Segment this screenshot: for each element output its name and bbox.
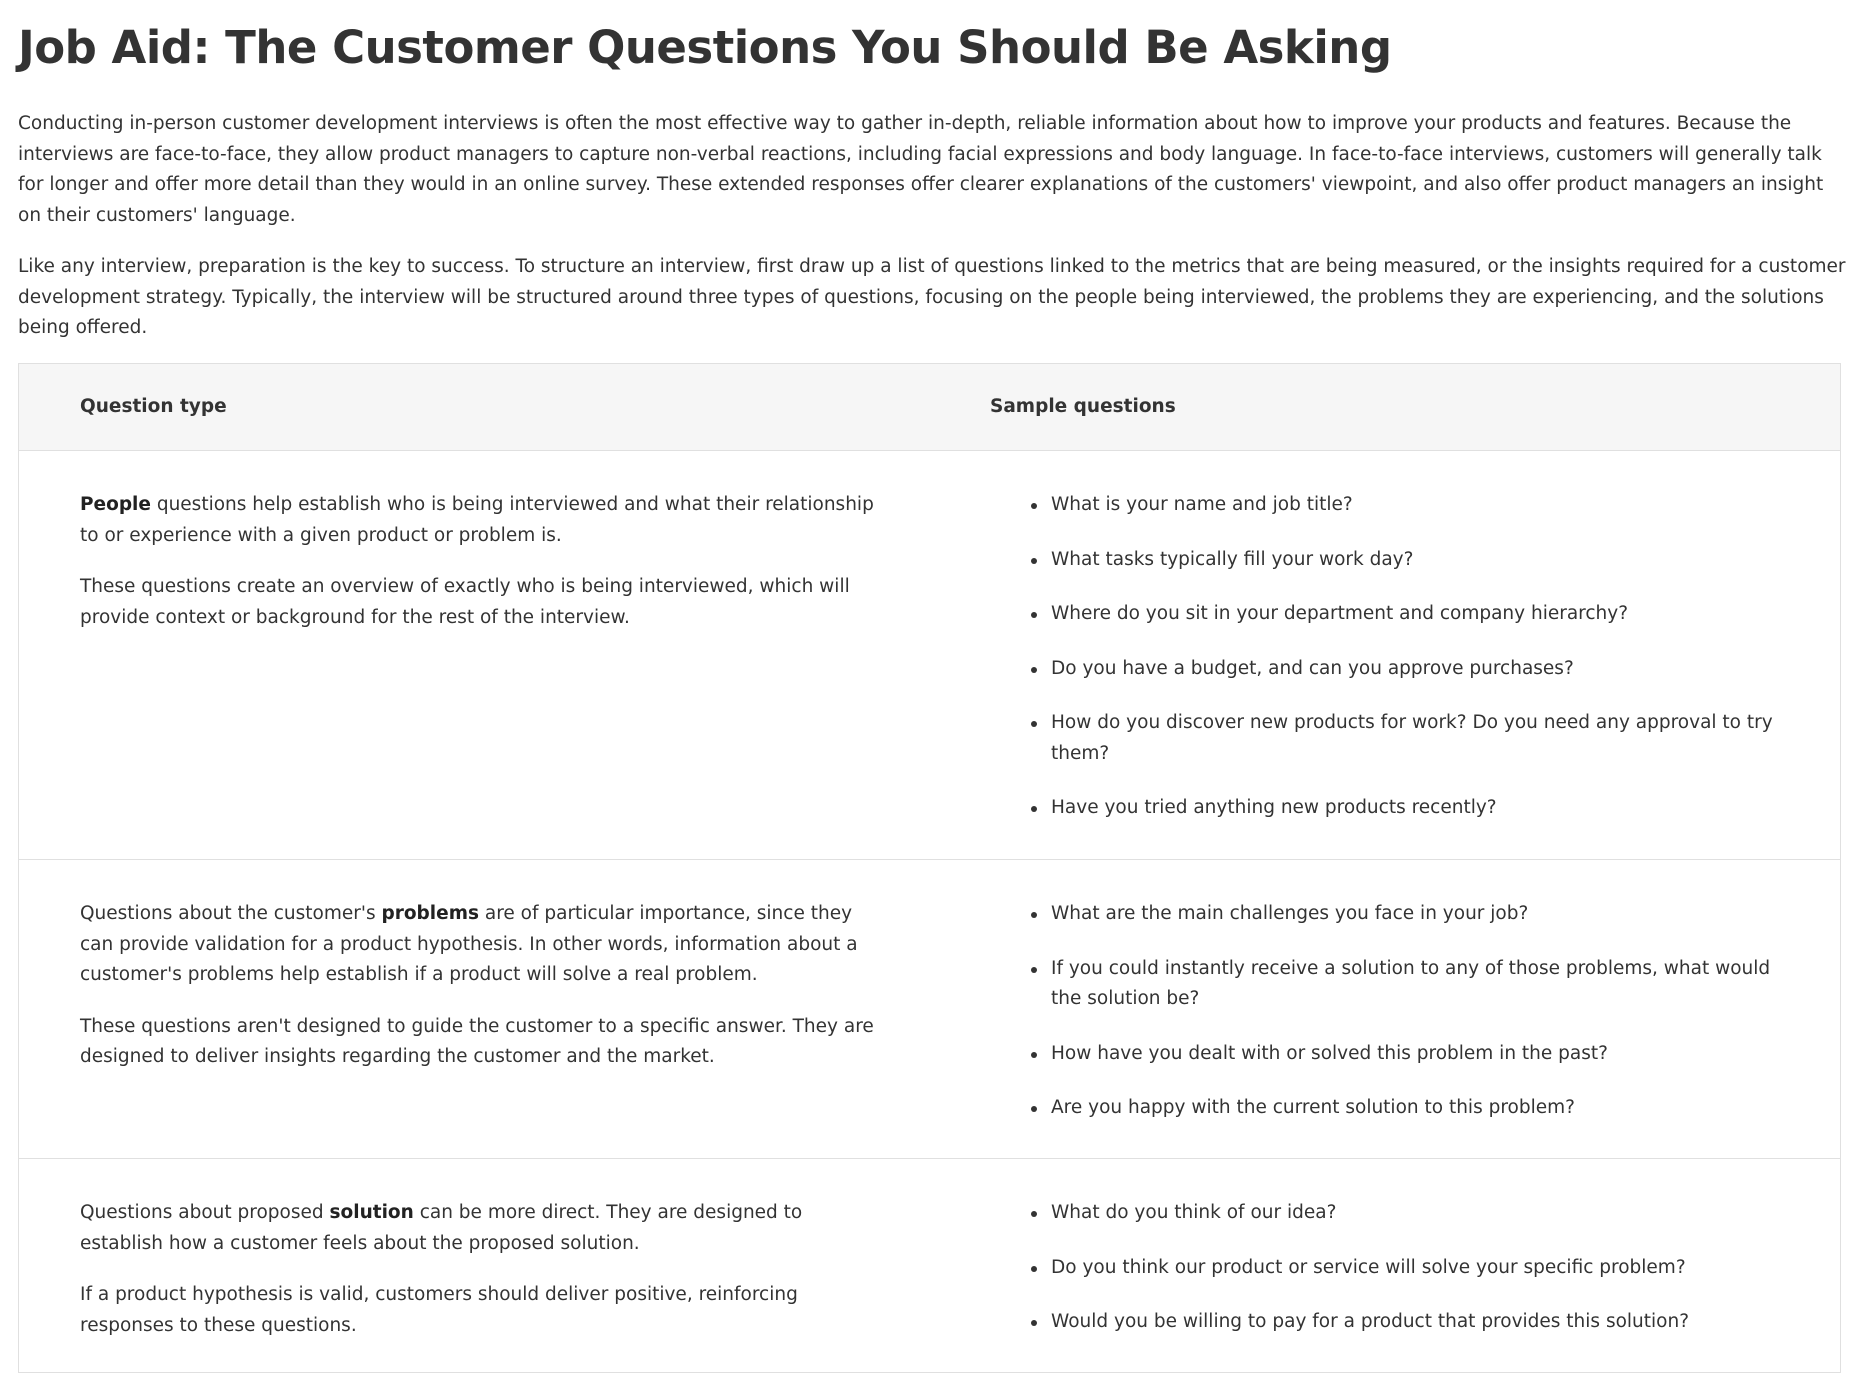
table-row: Questions about the customer's problems … xyxy=(19,860,1840,1159)
list-item: What do you think of our idea? xyxy=(990,1198,1800,1229)
sample-questions-cell: What is your name and job title? What ta… xyxy=(990,490,1800,848)
description-paragraph: Questions about the customer's problems … xyxy=(80,903,858,985)
page-title: Job Aid: The Customer Questions You Shou… xyxy=(18,21,1392,74)
job-aid-page: Job Aid: The Customer Questions You Shou… xyxy=(0,0,1865,1373)
questions-table: Question type Sample questions People qu… xyxy=(18,363,1841,1373)
question-type-keyword: solution xyxy=(329,1202,414,1223)
list-item: What is your name and job title? xyxy=(990,490,1800,521)
list-item: Where do you sit in your department and … xyxy=(990,599,1800,630)
description-paragraph: If a product hypothesis is valid, custom… xyxy=(80,1284,798,1336)
list-item: Are you happy with the current solution … xyxy=(990,1093,1800,1124)
list-item: Do you think our product or service will… xyxy=(990,1253,1800,1284)
sample-questions-list: What do you think of our idea? Do you th… xyxy=(990,1198,1800,1338)
list-item: Would you be willing to pay for a produc… xyxy=(990,1307,1800,1338)
table-row: People questions help establish who is b… xyxy=(19,451,1840,860)
description-paragraph: People questions help establish who is b… xyxy=(80,494,874,546)
question-type-keyword: People xyxy=(80,494,151,515)
list-item: How have you dealt with or solved this p… xyxy=(990,1039,1800,1070)
description-paragraph: Questions about proposed solution can be… xyxy=(80,1202,803,1254)
sample-questions-cell: What do you think of our idea? Do you th… xyxy=(990,1198,1800,1362)
sample-questions-list: What is your name and job title? What ta… xyxy=(990,490,1800,824)
list-item: Have you tried anything new products rec… xyxy=(990,793,1800,824)
question-type-keyword: problems xyxy=(381,903,479,924)
intro-paragraph: Like any interview, preparation is the k… xyxy=(18,256,1846,338)
column-header-question-type: Question type xyxy=(80,396,227,417)
list-item: How do you discover new products for wor… xyxy=(990,708,1800,769)
intro-paragraph: Conducting in-person customer developmen… xyxy=(18,113,1824,226)
list-item: If you could instantly receive a solutio… xyxy=(990,954,1800,1015)
list-item: What tasks typically fill your work day? xyxy=(990,545,1800,576)
question-type-cell: Questions about the customer's problems … xyxy=(80,899,890,1094)
table-row: Questions about proposed solution can be… xyxy=(19,1159,1840,1372)
sample-questions-cell: What are the main challenges you face in… xyxy=(990,899,1800,1148)
list-item: Do you have a budget, and can you approv… xyxy=(990,654,1800,685)
question-type-cell: People questions help establish who is b… xyxy=(80,490,890,654)
description-paragraph: These questions create an overview of ex… xyxy=(80,576,850,628)
description-paragraph: These questions aren't designed to guide… xyxy=(80,1015,874,1068)
table-header: Question type Sample questions xyxy=(19,364,1840,451)
question-type-cell: Questions about proposed solution can be… xyxy=(80,1198,890,1362)
list-item: What are the main challenges you face in… xyxy=(990,899,1800,930)
sample-questions-list: What are the main challenges you face in… xyxy=(990,899,1800,1124)
column-header-sample-questions: Sample questions xyxy=(990,396,1176,417)
